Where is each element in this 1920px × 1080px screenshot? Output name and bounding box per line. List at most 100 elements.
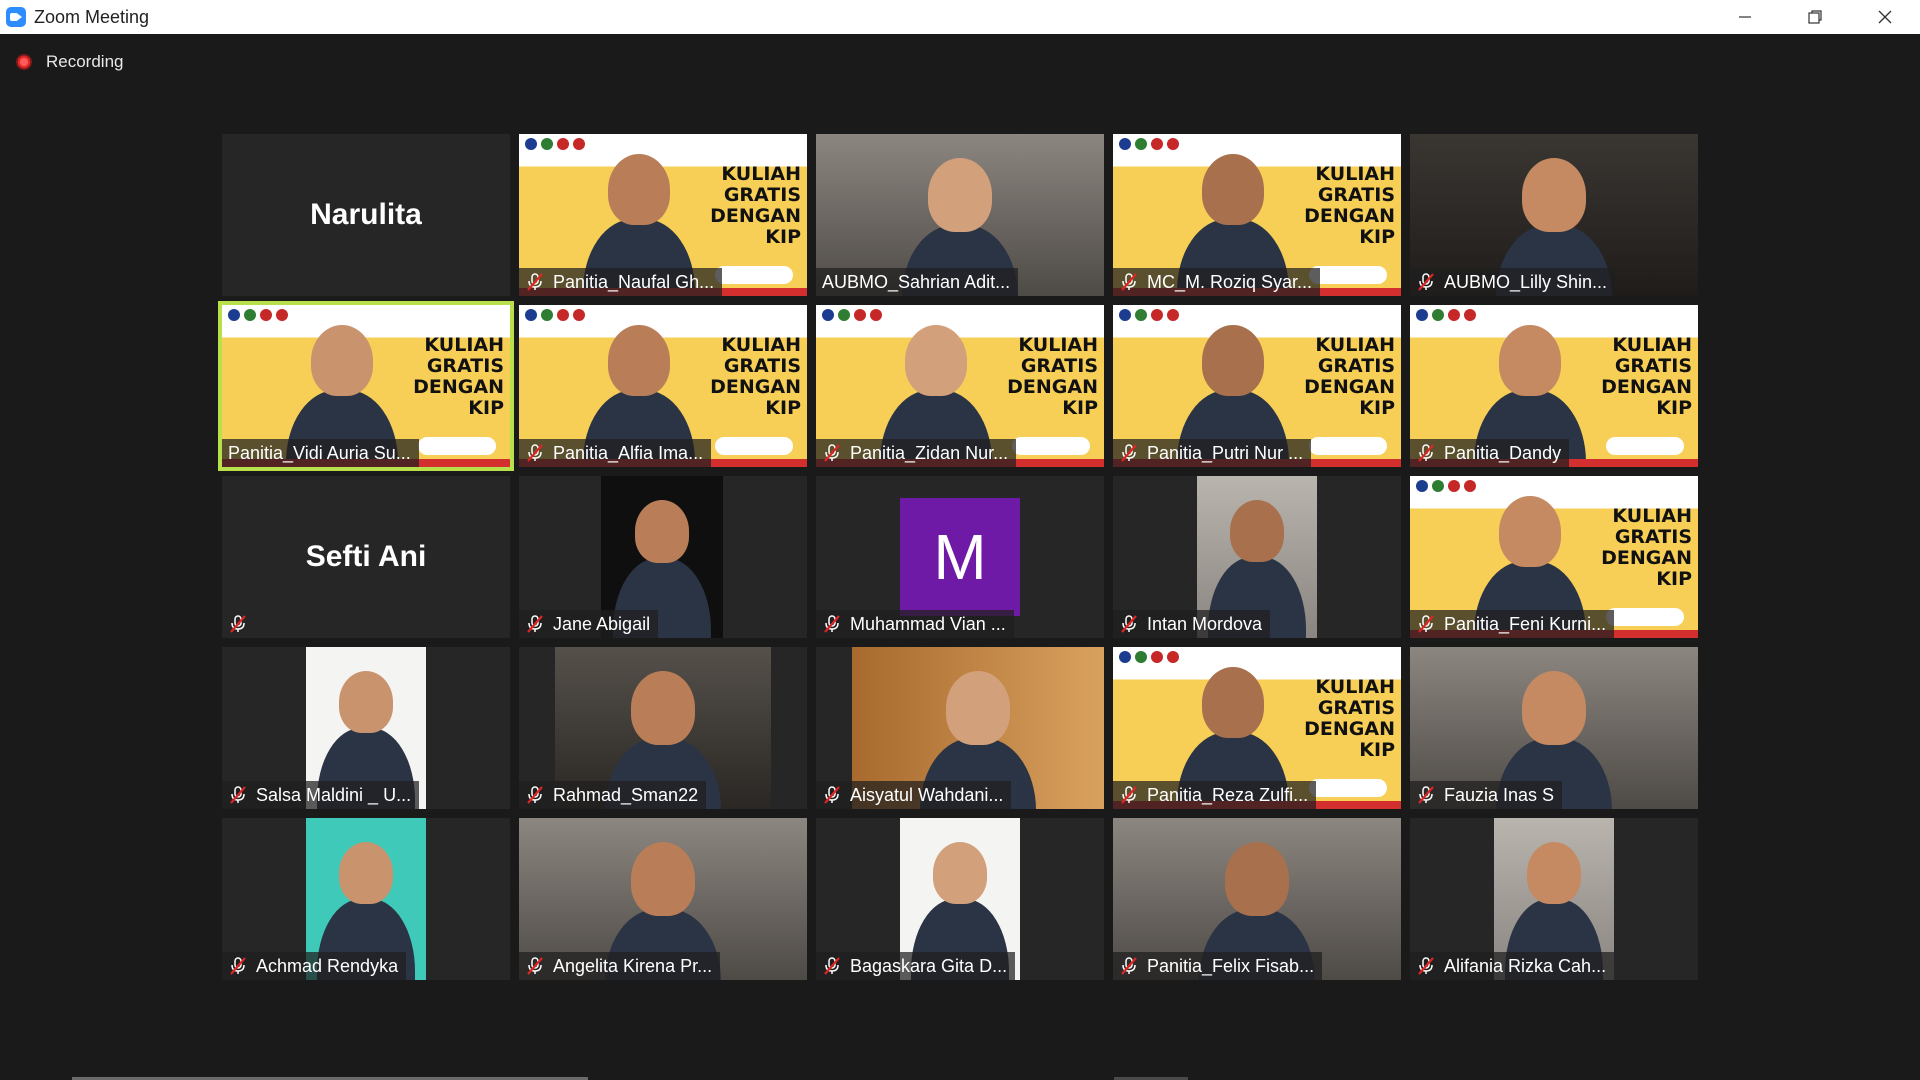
muted-mic-icon xyxy=(1418,957,1434,975)
logo-icon xyxy=(1432,480,1444,492)
recording-indicator[interactable]: Recording xyxy=(16,52,124,72)
participant-video-face xyxy=(933,842,987,905)
banner-line: DENGAN xyxy=(1304,205,1395,227)
participant-nametag: Bagaskara Gita D... xyxy=(816,952,1016,980)
banner-line: KIP xyxy=(1656,397,1692,419)
participant-video-face xyxy=(631,671,695,745)
participant-nametag: Panitia_Dandy xyxy=(1410,439,1570,467)
banner-logos xyxy=(1416,480,1476,492)
participant-tile[interactable]: Intan Mordova xyxy=(1113,476,1401,638)
participant-tile[interactable]: KULIAH GRATIS DENGAN KIP Panitia_Dandy xyxy=(1410,305,1698,467)
muted-mic-icon xyxy=(824,444,840,462)
participant-tile[interactable]: Salsa Maldini _ U... xyxy=(222,647,510,809)
participant-tile[interactable]: Alifania Rizka Cah... xyxy=(1410,818,1698,980)
logo-icon xyxy=(573,309,585,321)
participant-video-face xyxy=(1499,325,1561,397)
logo-icon xyxy=(1151,309,1163,321)
muted-mic-icon xyxy=(527,786,543,804)
banner-text: KULIAH GRATIS DENGAN KIP xyxy=(1601,335,1692,419)
participant-name: Panitia_Putri Nur ... xyxy=(1147,442,1304,463)
participant-tile[interactable]: Aisyatul Wahdani... xyxy=(816,647,1104,809)
participant-nametag: Panitia_Reza Zulfi... xyxy=(1113,781,1317,809)
participant-video-face xyxy=(1522,158,1586,232)
participant-tile[interactable]: KULIAH GRATIS DENGAN KIP Panitia_Zidan Nur..… xyxy=(816,305,1104,467)
participant-video-face xyxy=(608,325,670,397)
logo-icon xyxy=(1464,309,1476,321)
logo-icon xyxy=(525,309,537,321)
close-icon xyxy=(1878,10,1892,24)
participant-tile[interactable]: KULIAH GRATIS DENGAN KIP MC_M. Roziq Syar... xyxy=(1113,134,1401,296)
participant-name: Alifania Rizka Cah... xyxy=(1444,955,1607,976)
participant-video-face xyxy=(311,325,373,397)
participant-name: Fauzia Inas S xyxy=(1444,784,1555,805)
participant-name: Panitia_Alfia Ima... xyxy=(553,442,704,463)
restore-icon xyxy=(1808,10,1822,24)
logo-icon xyxy=(525,138,537,150)
muted-mic-icon xyxy=(527,444,543,462)
participant-video-face xyxy=(946,671,1010,745)
banner-text: KULIAH GRATIS DENGAN KIP xyxy=(1601,506,1692,590)
participant-nametag: Salsa Maldini _ U... xyxy=(222,781,420,809)
banner-line: KULIAH xyxy=(721,163,801,185)
participant-tile[interactable]: Rahmad_Sman22 xyxy=(519,647,807,809)
muted-mic-icon xyxy=(527,615,543,633)
participant-tile[interactable]: KULIAH GRATIS DENGAN KIP Panitia_Reza Zulfi.… xyxy=(1113,647,1401,809)
participant-nametag: Intan Mordova xyxy=(1113,610,1271,638)
banner-line: KIP xyxy=(1359,397,1395,419)
participant-video-face xyxy=(339,671,393,734)
logo-icon xyxy=(1448,480,1460,492)
participant-tile[interactable]: Sefti Ani xyxy=(222,476,510,638)
participant-tile[interactable]: KULIAH GRATIS DENGAN KIP Panitia_Naufal Gh..… xyxy=(519,134,807,296)
participant-name: Bagaskara Gita D... xyxy=(850,955,1008,976)
logo-icon xyxy=(1167,309,1179,321)
participant-tile[interactable]: KULIAH GRATIS DENGAN KIP Panitia_Feni Kurni.… xyxy=(1410,476,1698,638)
logo-icon xyxy=(1151,138,1163,150)
participant-tile[interactable]: KULIAH GRATIS DENGAN KIP Panitia_Alfia Ima..… xyxy=(519,305,807,467)
participant-video-face xyxy=(1225,842,1289,916)
participant-tile[interactable]: Jane Abigail xyxy=(519,476,807,638)
close-button[interactable] xyxy=(1850,0,1920,34)
participant-name: Panitia_Feni Kurni... xyxy=(1444,613,1607,634)
participant-tile[interactable]: KULIAH GRATIS DENGAN KIP Panitia_Putri Nur .… xyxy=(1113,305,1401,467)
banner-line: KULIAH xyxy=(1315,163,1395,185)
restore-button[interactable] xyxy=(1780,0,1850,34)
logo-icon xyxy=(854,309,866,321)
logo-icon xyxy=(822,309,834,321)
logo-icon xyxy=(1135,138,1147,150)
banner-line: GRATIS xyxy=(1317,697,1395,719)
participant-name: Panitia_Naufal Gh... xyxy=(553,271,715,292)
participant-name: Panitia_Zidan Nur... xyxy=(850,442,1009,463)
participant-tile[interactable]: AUBMO_Lilly Shin... xyxy=(1410,134,1698,296)
banner-date-strip xyxy=(1606,437,1684,455)
minimize-button[interactable] xyxy=(1710,0,1780,34)
participant-video-face xyxy=(1499,496,1561,568)
participant-video-face xyxy=(634,500,690,564)
muted-mic-icon xyxy=(1121,615,1137,633)
banner-line: KIP xyxy=(1359,739,1395,761)
banner-line: DENGAN xyxy=(1304,718,1395,740)
participant-name: Achmad Rendyka xyxy=(256,955,399,976)
participant-tile[interactable]: KULIAH GRATIS DENGAN KIP Panitia_Vidi Auria … xyxy=(218,301,514,471)
logo-icon xyxy=(557,309,569,321)
banner-text: KULIAH GRATIS DENGAN KIP xyxy=(1304,677,1395,761)
logo-icon xyxy=(1167,651,1179,663)
banner-line: DENGAN xyxy=(710,205,801,227)
participant-tile[interactable]: Panitia_Felix Fisab... xyxy=(1113,818,1401,980)
participant-tile[interactable]: AUBMO_Sahrian Adit... xyxy=(816,134,1104,296)
banner-line: KULIAH xyxy=(424,334,504,356)
logo-icon xyxy=(541,138,553,150)
window-title: Zoom Meeting xyxy=(34,6,150,27)
logo-icon xyxy=(870,309,882,321)
banner-line: GRATIS xyxy=(723,355,801,377)
participant-nametag: Panitia_Naufal Gh... xyxy=(519,268,723,296)
participant-tile[interactable]: M Muhammad Vian ... xyxy=(816,476,1104,638)
participant-tile[interactable]: Bagaskara Gita D... xyxy=(816,818,1104,980)
muted-mic-icon xyxy=(230,615,246,633)
banner-line: KULIAH xyxy=(1315,334,1395,356)
participant-tile[interactable]: Angelita Kirena Pr... xyxy=(519,818,807,980)
logo-icon xyxy=(1119,309,1131,321)
participant-tile[interactable]: Narulita xyxy=(222,134,510,296)
participant-nametag: Panitia_Felix Fisab... xyxy=(1113,952,1323,980)
participant-tile[interactable]: Fauzia Inas S xyxy=(1410,647,1698,809)
participant-tile[interactable]: Achmad Rendyka xyxy=(222,818,510,980)
